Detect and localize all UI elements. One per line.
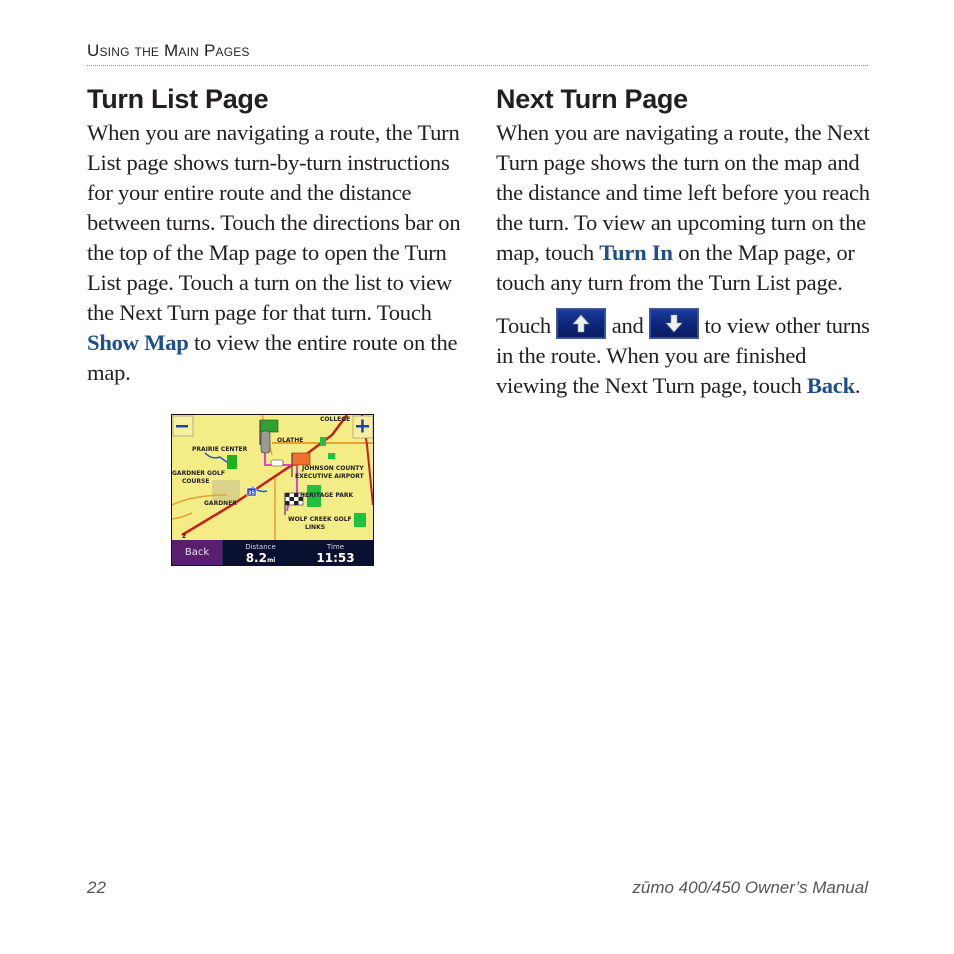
status-bar: Back Distance 8.2mi Time 11:53 bbox=[172, 540, 373, 565]
down-arrow-button bbox=[648, 308, 699, 339]
arrow-down-icon bbox=[665, 314, 683, 333]
map-area bbox=[212, 480, 240, 500]
running-head: Using the Main Pages bbox=[87, 41, 250, 60]
junction-marker bbox=[270, 459, 284, 467]
body-paragraph: Touch and to view other turns in the rou… bbox=[496, 308, 876, 401]
distance-readout: Distance 8.2mi bbox=[223, 540, 298, 565]
device-screenshot: 35 PARK COLLEGE OLATHE PRAIRIE CENTER JO… bbox=[171, 414, 374, 566]
park-area bbox=[227, 455, 237, 469]
show-map-reference: Show Map bbox=[87, 330, 189, 355]
time-value: 11:53 bbox=[316, 551, 355, 565]
text-span: When you are navigating a route, the Tur… bbox=[87, 120, 461, 325]
distance-number: 8.2 bbox=[245, 551, 267, 565]
text-span: Touch bbox=[496, 313, 557, 338]
body-paragraph: When you are navigating a route, the Nex… bbox=[496, 118, 876, 298]
text-span: . bbox=[854, 373, 861, 398]
map-label: JOHNSON COUNTY bbox=[301, 465, 364, 472]
vehicle-position-icon bbox=[260, 430, 271, 454]
map-label: COLLEGE bbox=[320, 416, 350, 423]
plus-icon bbox=[361, 419, 364, 433]
body-paragraph: When you are navigating a route, the Tur… bbox=[87, 118, 467, 388]
distance-unit: mi bbox=[266, 557, 276, 564]
map-label: WOLF CREEK GOLF bbox=[288, 516, 352, 523]
section-heading: Next Turn Page bbox=[496, 84, 688, 114]
next-turn-section: Next Turn Page When you are navigating a… bbox=[496, 80, 876, 401]
map-label: HERITAGE PARK bbox=[300, 492, 353, 499]
time-readout: Time 11:53 bbox=[298, 540, 373, 565]
back-reference: Back bbox=[806, 373, 855, 398]
map-label: OLATHE bbox=[277, 437, 303, 444]
minus-icon bbox=[176, 425, 188, 428]
section-heading: Turn List Page bbox=[87, 84, 269, 114]
text-span: and bbox=[606, 313, 649, 338]
map-label: EXECUTIVE AIRPORT bbox=[295, 473, 365, 480]
header-divider bbox=[87, 65, 868, 66]
manual-title: zūmo 400/450 Owner’s Manual bbox=[632, 878, 868, 897]
map-label: GARDNER GOLF bbox=[172, 470, 225, 477]
map-label: COURSE bbox=[182, 478, 209, 485]
distance-value: 8.2mi bbox=[223, 551, 298, 565]
map-view: 35 PARK COLLEGE OLATHE PRAIRIE CENTER JO… bbox=[172, 415, 373, 540]
page-number: 22 bbox=[87, 878, 106, 897]
waypoint-flag-icon bbox=[291, 452, 311, 466]
map-label: GARDNER bbox=[204, 500, 237, 507]
park-area bbox=[328, 453, 335, 459]
scale-label: 2 bbox=[182, 533, 186, 540]
interstate-number: 35 bbox=[248, 491, 255, 497]
arrow-up-icon bbox=[572, 314, 590, 333]
park-area bbox=[354, 513, 366, 527]
map-label: PRAIRIE CENTER bbox=[192, 446, 248, 453]
back-button[interactable]: Back bbox=[172, 540, 223, 565]
turn-in-reference: Turn In bbox=[599, 240, 673, 265]
turn-list-section: Turn List Page When you are navigating a… bbox=[87, 80, 467, 388]
start-flag-icon bbox=[259, 419, 279, 433]
map-label: LINKS bbox=[305, 524, 325, 531]
park-area bbox=[320, 437, 326, 446]
up-arrow-button bbox=[556, 308, 607, 339]
